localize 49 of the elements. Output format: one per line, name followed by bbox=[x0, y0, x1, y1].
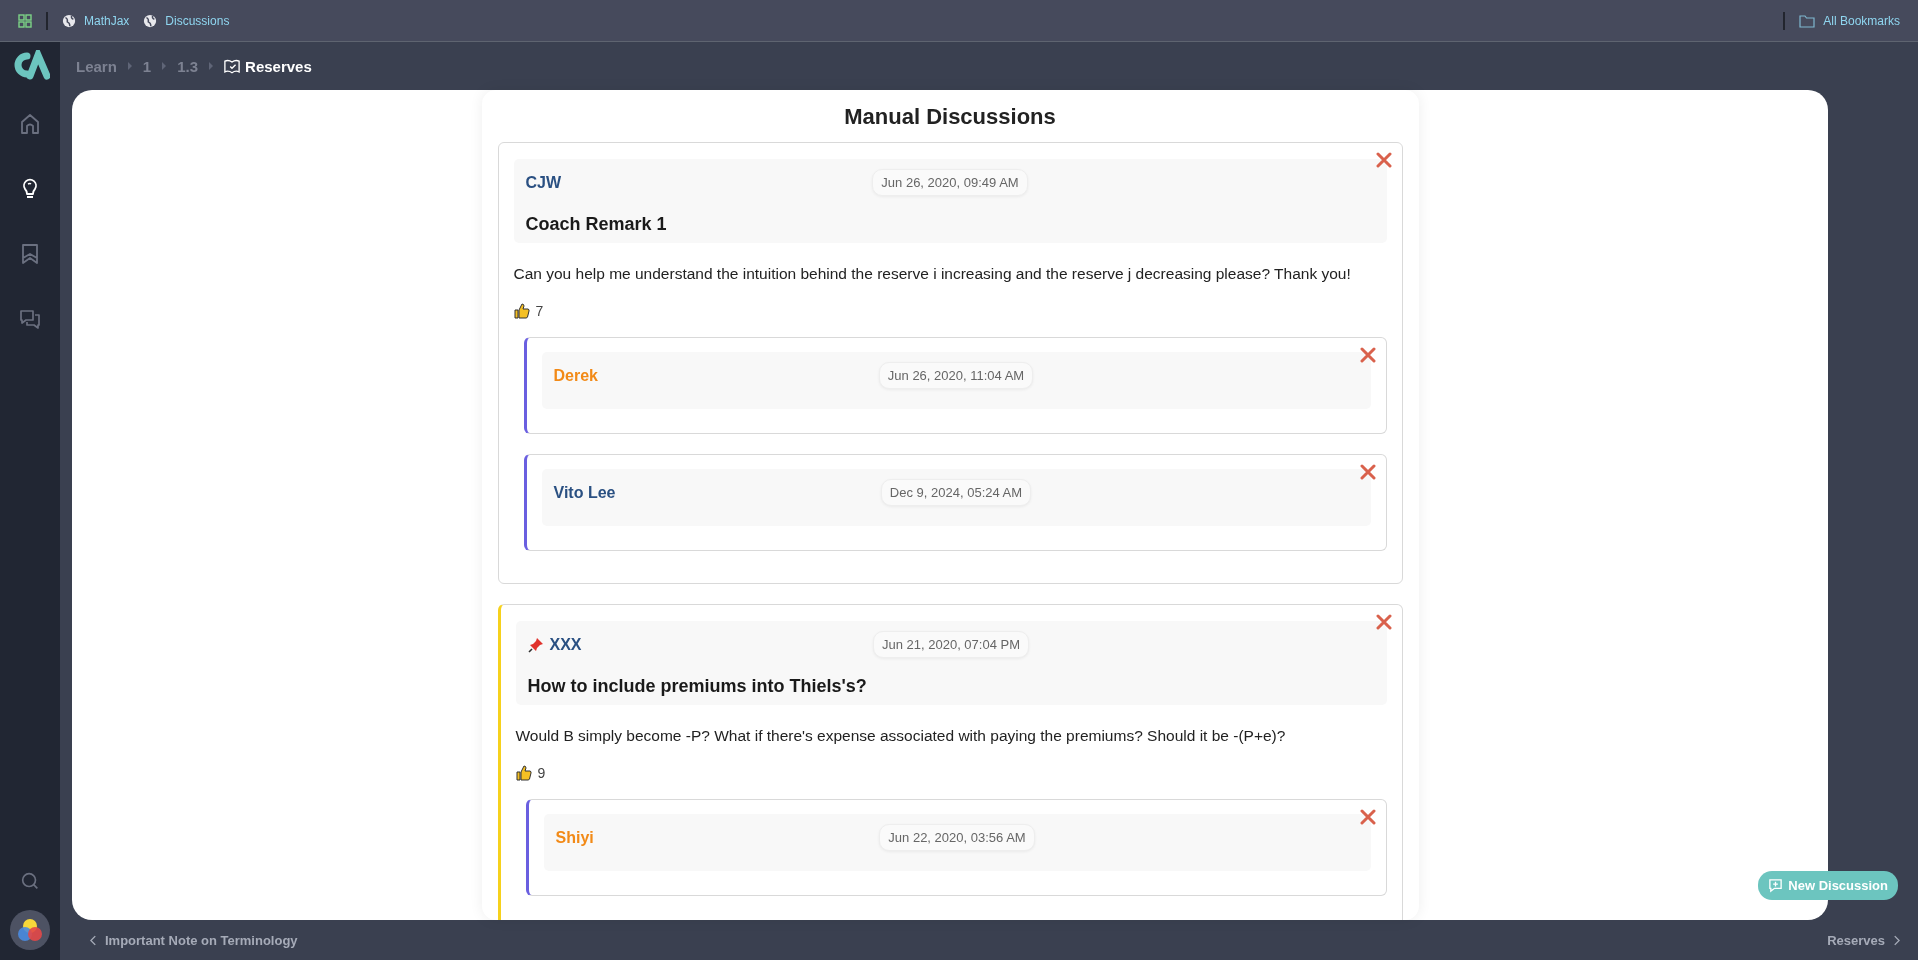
globe-icon[interactable] bbox=[62, 13, 76, 28]
book-check-icon bbox=[224, 58, 241, 74]
post-title: How to include premiums into Thiels's? bbox=[527, 676, 868, 697]
globe-icon[interactable] bbox=[143, 13, 158, 28]
folder-icon[interactable] bbox=[1799, 13, 1816, 28]
reply-date: Jun 26, 2020, 11:04 AM bbox=[878, 362, 1034, 389]
post-date: Jun 26, 2020, 09:49 AM bbox=[872, 169, 1028, 196]
next-page-link[interactable]: Reserves bbox=[1827, 932, 1900, 948]
close-icon[interactable] bbox=[1359, 464, 1376, 480]
breadcrumb-link[interactable]: 1.3 bbox=[177, 57, 199, 75]
chevron-right-icon[interactable] bbox=[1893, 934, 1900, 946]
close-icon[interactable] bbox=[1375, 614, 1392, 630]
all-bookmarks-link[interactable]: All Bookmarks bbox=[1799, 13, 1900, 28]
chevron-icon bbox=[208, 62, 215, 70]
close-icon[interactable] bbox=[1359, 809, 1376, 825]
chevron-icon bbox=[161, 62, 168, 70]
search-icon[interactable] bbox=[19, 870, 41, 892]
pin-icon bbox=[527, 636, 544, 653]
author-name[interactable]: Vito Lee bbox=[553, 483, 616, 502]
reply-date: Dec 9, 2024, 05:24 AM bbox=[880, 479, 1032, 506]
post-body: Would B simply become -P? What if there's expense associated with paying the premiums? Should it be -(P+e)? bbox=[515, 727, 1287, 745]
bookmark-link[interactable]: MathJax bbox=[62, 13, 130, 28]
like-count: 7 bbox=[535, 303, 544, 319]
close-icon[interactable] bbox=[1359, 347, 1376, 363]
chevron-icon bbox=[126, 62, 133, 70]
author-name[interactable]: CJW bbox=[525, 173, 562, 192]
bookmark-link[interactable]: Discussions bbox=[143, 13, 230, 28]
page-title: Manual Discussions bbox=[843, 104, 1057, 130]
chevron-left-icon[interactable] bbox=[90, 934, 97, 946]
close-icon[interactable] bbox=[1375, 152, 1392, 168]
chat-plus-icon[interactable] bbox=[1768, 878, 1784, 893]
author-name[interactable]: Derek bbox=[553, 366, 598, 385]
apps-icon[interactable] bbox=[18, 13, 32, 28]
thumbs-up-icon[interactable] bbox=[515, 765, 532, 781]
post-title: Coach Remark 1 bbox=[525, 214, 668, 235]
like-count: 9 bbox=[537, 765, 546, 781]
reply-date: Jun 22, 2020, 03:56 AM bbox=[879, 824, 1035, 851]
chat-icon[interactable] bbox=[18, 307, 42, 331]
breadcrumb-link[interactable]: 1 bbox=[142, 57, 152, 75]
post-body: Can you help me understand the intuition behind the reserve i increasing and the reserve j decreasing please? Thank you! bbox=[513, 265, 1352, 283]
home-icon[interactable] bbox=[18, 112, 42, 136]
breadcrumb-current: Reserves bbox=[245, 57, 312, 75]
previous-page-link[interactable]: Important Note on Terminology bbox=[90, 932, 298, 948]
thumbs-up-icon[interactable] bbox=[513, 303, 530, 319]
avatar-icon[interactable] bbox=[10, 910, 50, 950]
author-name[interactable]: XXX bbox=[549, 635, 582, 654]
author-name[interactable]: Shiyi bbox=[555, 828, 594, 847]
post-date: Jun 21, 2020, 07:04 PM bbox=[872, 631, 1029, 658]
breadcrumb-link[interactable]: Learn bbox=[76, 57, 117, 75]
